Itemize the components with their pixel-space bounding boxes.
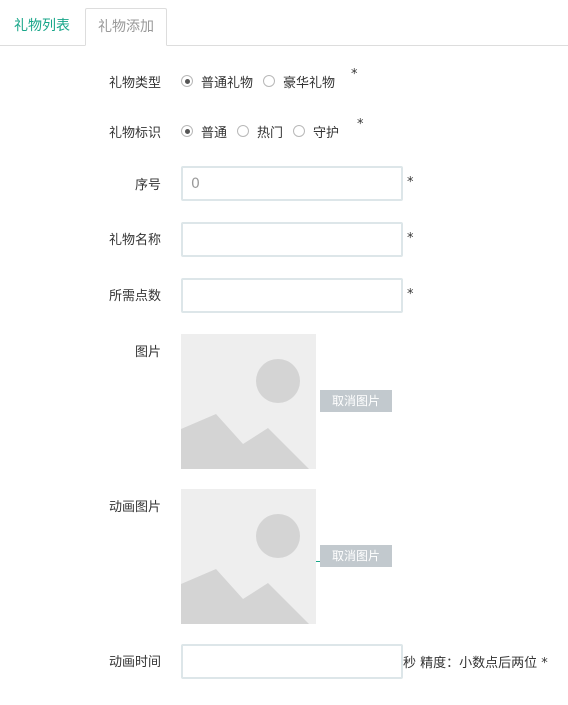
image-label: 图片 — [0, 341, 161, 360]
gift-type-option-normal[interactable]: 普通礼物 — [181, 72, 253, 91]
radio-unchecked-icon[interactable] — [237, 125, 250, 137]
points-label-text: 所需点数 — [108, 289, 161, 304]
radio-checked-icon[interactable] — [181, 75, 193, 87]
radio-unchecked-icon[interactable] — [293, 125, 306, 137]
anim-time-suffix: 秒 精度：小数点后两位 * — [403, 656, 548, 671]
gift-mark-option-guard[interactable]: 守护 — [293, 122, 339, 141]
radio-unchecked-icon[interactable] — [263, 75, 276, 87]
anim-time-input[interactable] — [181, 644, 403, 679]
tab-bar: 礼物列表 礼物添加 — [0, 0, 568, 46]
gift-mark-radio-group: 普通 热门 守护 — [181, 122, 349, 141]
points-input[interactable] — [181, 278, 403, 313]
gift-type-option-luxury-label: 豪华礼物 — [283, 75, 336, 91]
points-label: 所需点数 — [0, 285, 161, 304]
gift-mark-option-hot-label: 热门 — [257, 125, 284, 141]
radio-checked-icon[interactable] — [181, 125, 193, 137]
gift-type-label-text: 礼物类型 — [108, 76, 161, 91]
order-input[interactable] — [181, 166, 403, 201]
gift-mark-option-normal-label: 普通 — [201, 125, 228, 141]
gift-mark-option-normal[interactable]: 普通 — [181, 122, 227, 141]
image-upload-box[interactable] — [181, 334, 316, 469]
gift-mark-label-text: 礼物标识 — [108, 126, 161, 141]
anim-time-label-text: 动画时间 — [108, 655, 161, 670]
anim-image-upload-box[interactable] — [181, 489, 316, 624]
gift-mark-option-hot[interactable]: 热门 — [237, 122, 283, 141]
gift-type-required-mark: * — [351, 67, 358, 82]
gift-mark-option-guard-label: 守护 — [313, 125, 340, 141]
gift-type-label: 礼物类型 — [0, 72, 161, 91]
cancel-anim-image-button[interactable]: 取消图片 — [320, 545, 392, 567]
anim-image-label: 动画图片 — [0, 496, 161, 515]
order-required-mark: * — [407, 175, 414, 190]
gift-name-input[interactable] — [181, 222, 403, 257]
anim-image-label-text: 动画图片 — [108, 500, 161, 515]
order-label-text: 序号 — [134, 178, 161, 193]
tab-gift-list[interactable]: 礼物列表 — [2, 8, 82, 46]
points-required-mark: * — [407, 287, 414, 302]
image-label-text: 图片 — [134, 345, 161, 360]
tab-gift-add[interactable]: 礼物添加 — [85, 8, 167, 46]
gift-type-radio-group: 普通礼物 豪华礼物 — [181, 72, 345, 91]
gift-type-option-normal-label: 普通礼物 — [201, 75, 254, 91]
gift-mark-required-mark: * — [357, 117, 364, 132]
image-placeholder-icon — [181, 489, 316, 624]
image-placeholder-icon — [181, 334, 316, 469]
gift-name-label-text: 礼物名称 — [108, 233, 161, 248]
order-label: 序号 — [0, 174, 161, 193]
gift-type-option-luxury[interactable]: 豪华礼物 — [263, 72, 335, 91]
gift-name-required-mark: * — [407, 231, 414, 246]
gift-mark-label: 礼物标识 — [0, 122, 161, 141]
cancel-image-button[interactable]: 取消图片 — [320, 390, 392, 412]
gift-name-label: 礼物名称 — [0, 229, 161, 248]
anim-time-label: 动画时间 — [0, 651, 161, 670]
